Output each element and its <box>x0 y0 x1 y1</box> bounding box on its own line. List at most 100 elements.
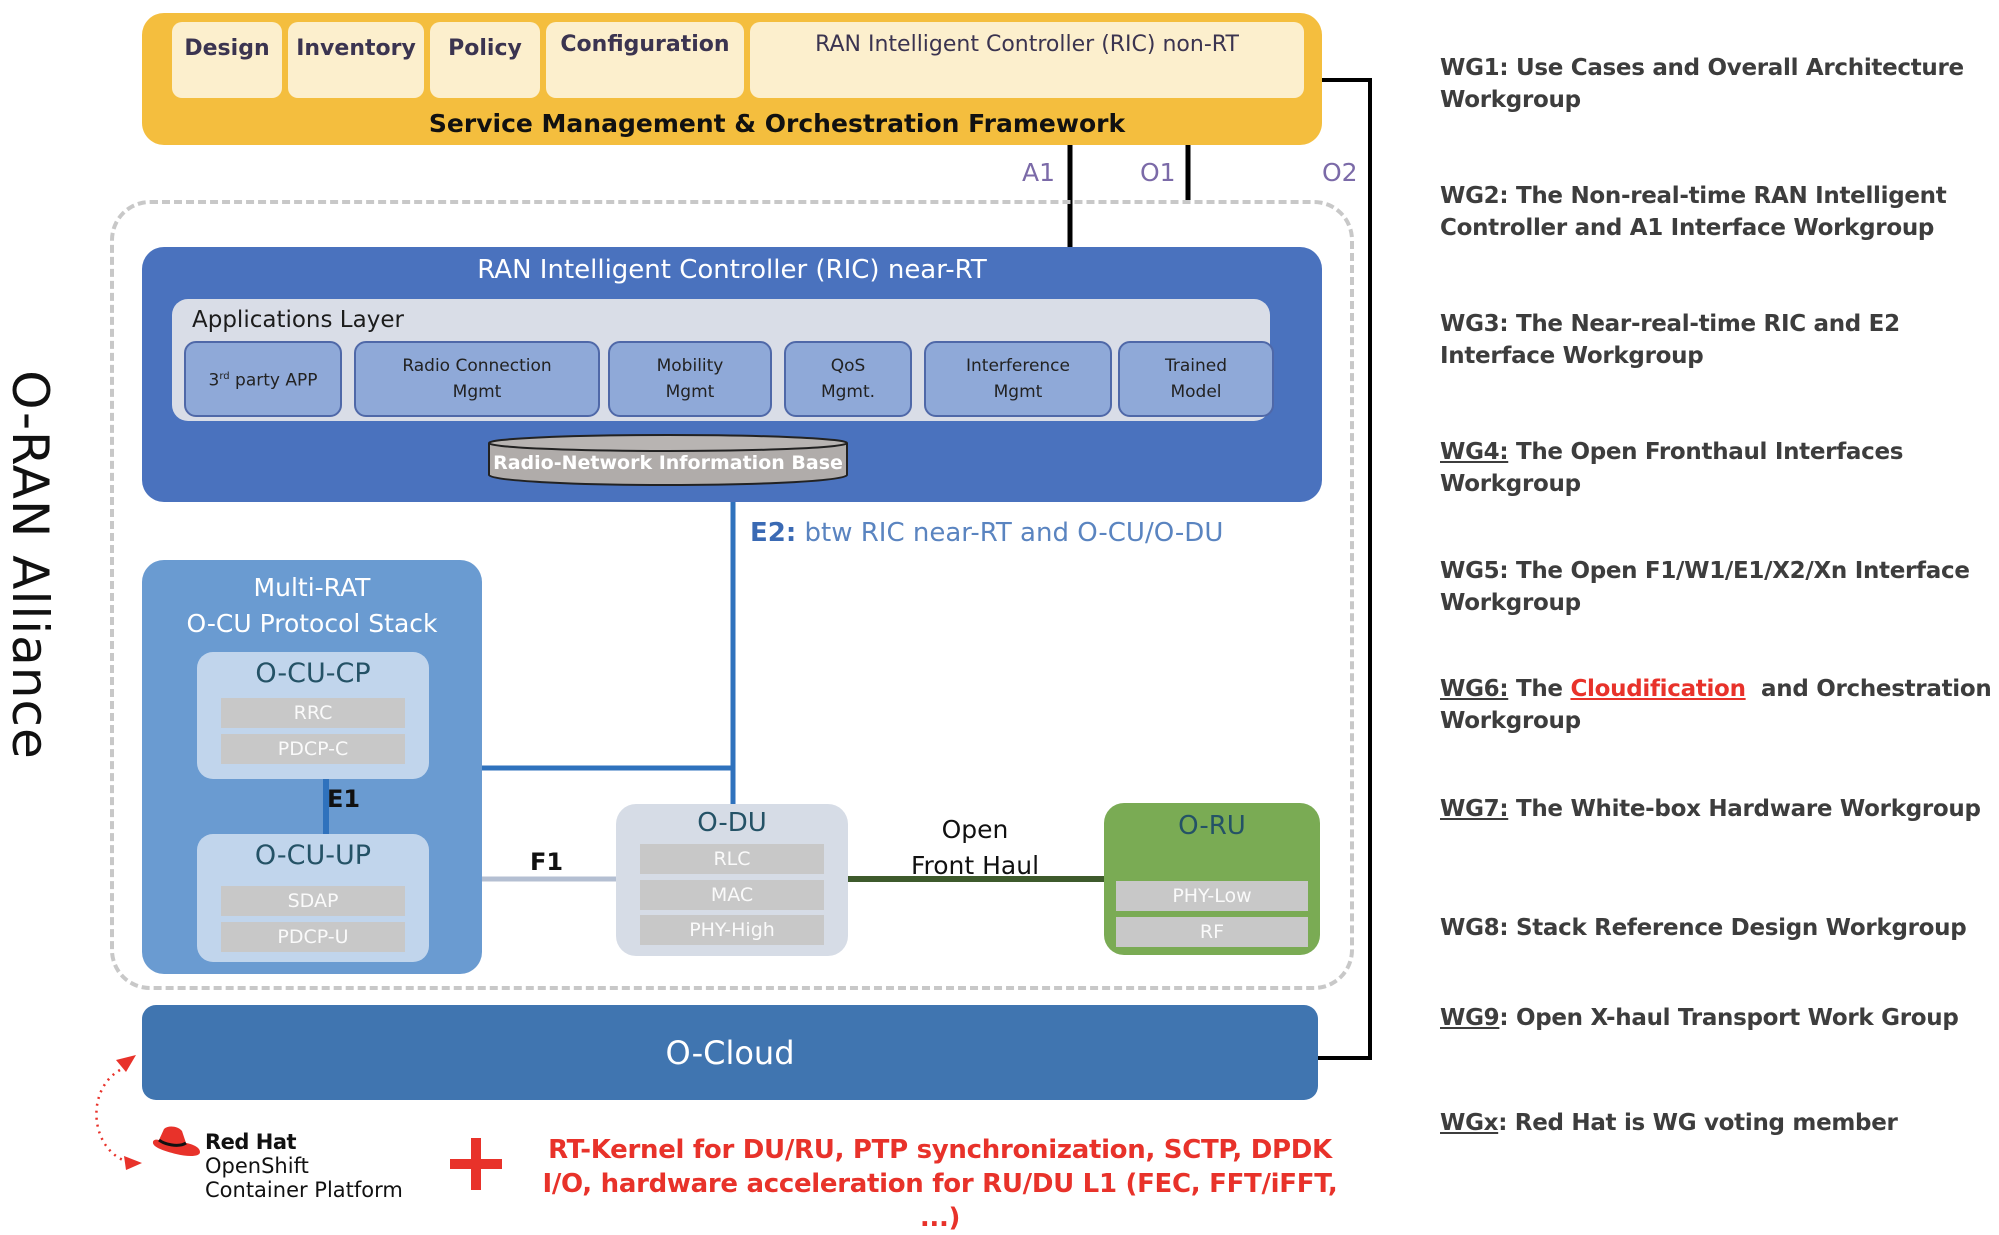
app-line1: Mobility <box>656 356 724 376</box>
o-du-title: O-DU <box>697 808 767 838</box>
o-du[interactable]: O-DU RLC MAC PHY-High <box>616 804 848 956</box>
app-3rd-party-label: 3rd party APP <box>208 370 318 391</box>
e2-label: E2: btw RIC near-RT and O-CU/O-DU <box>750 518 1223 548</box>
o-cloud[interactable]: O-Cloud <box>142 1005 1318 1100</box>
ric-non-rt-box[interactable]: RAN Intelligent Controller (RIC) non-RT <box>750 22 1304 98</box>
smo-title: Service Management & Orchestration Frame… <box>428 109 1126 138</box>
wg-text: Stack Reference Design Workgroup <box>1515 915 1967 941</box>
layer-phy-low: PHY-Low <box>1116 881 1308 911</box>
app-line2: Model <box>1170 382 1222 402</box>
app-3rd-party[interactable]: 3rd party APP <box>184 341 342 417</box>
smo-framework[interactable]: Design Inventory Policy Configuration RA… <box>142 13 1322 145</box>
f1-label: F1 <box>530 848 564 876</box>
workgroup-list: WG1: Use Cases and Overall Architecture … <box>1440 0 1999 1210</box>
wg-text: The White-box Hardware Workgroup <box>1515 796 1981 822</box>
multi-rat-ocu-stack[interactable]: Multi-RAT O-CU Protocol Stack O-CU-CP RR… <box>142 560 482 974</box>
wg-text: Red Hat is WG voting member <box>1514 1110 1898 1136</box>
app-line1: Trained <box>1164 356 1228 376</box>
ocu-up[interactable]: O-CU-UP SDAP PDCP-U <box>197 834 429 962</box>
layer-pdcp-c: PDCP-C <box>221 734 405 764</box>
applications-layer-title: Applications Layer <box>192 307 404 333</box>
wg-code: WGx <box>1440 1110 1499 1136</box>
app-line1: Radio Connection <box>402 356 552 376</box>
workgroup-item[interactable]: WG1: Use Cases and Overall Architecture … <box>1440 52 1999 116</box>
ocu-up-title: O-CU-UP <box>254 840 372 871</box>
wg-text: Use Cases and Overall Architecture Workg… <box>1440 55 1964 113</box>
wg-code: WG5 <box>1440 558 1500 584</box>
wg-sep: : <box>1498 1110 1515 1136</box>
rt-features: RT-Kernel for DU/RU, PTP synchronization… <box>520 1133 1360 1235</box>
wg-sep: : <box>1499 558 1516 584</box>
ofh-line1: Open <box>941 815 1009 844</box>
workgroup-item[interactable]: WG7: The White-box Hardware Workgroup <box>1440 793 1999 825</box>
ric-near-rt-title: RAN Intelligent Controller (RIC) near-RT <box>477 255 987 285</box>
o-ru-title: O-RU <box>1178 811 1246 841</box>
app-qos-mgmt[interactable]: QoS Mgmt. <box>784 341 912 417</box>
red-hat-brand: Red Hat <box>205 1130 297 1154</box>
multi-rat-title: Multi-RAT O-CU Protocol Stack <box>142 570 482 642</box>
wg-code: WG6: <box>1440 676 1509 702</box>
multi-rat-title-line1: Multi-RAT <box>253 573 371 602</box>
wg-sep: : <box>1499 55 1516 81</box>
radio-network-information-base[interactable]: Radio-Network Information Base <box>487 433 849 486</box>
app-radio-connection-mgmt[interactable]: Radio Connection Mgmt <box>354 341 600 417</box>
multi-rat-title-line2: O-CU Protocol Stack <box>186 609 438 638</box>
open-fronthaul-label: Open Front Haul <box>880 812 1070 884</box>
rt-features-line1: RT-Kernel for DU/RU, PTP synchronization… <box>548 1135 1332 1165</box>
workgroup-item[interactable]: WG9: Open X-haul Transport Work Group <box>1440 1002 1999 1034</box>
layer-pdcp-u: PDCP-U <box>221 922 405 952</box>
container-platform: Container Platform <box>205 1178 403 1202</box>
layer-rrc: RRC <box>221 698 405 728</box>
app-mobility-mgmt[interactable]: Mobility Mgmt <box>608 341 772 417</box>
app-line2: Mgmt <box>665 382 715 402</box>
workgroup-item[interactable]: WG4: The Open Fronthaul Interfaces Workg… <box>1440 436 1999 500</box>
app-interference-mgmt[interactable]: Interference Mgmt <box>924 341 1112 417</box>
workgroup-item[interactable]: WG2: The Non-real-time RAN Intelligent C… <box>1440 180 1999 244</box>
wg-code: WG9 <box>1440 1005 1500 1031</box>
plus-icon <box>450 1138 502 1190</box>
e1-label: E1 <box>327 785 361 813</box>
workgroup-item[interactable]: WGx: Red Hat is WG voting member <box>1440 1107 1999 1139</box>
red-hat-openshift-label: Red Hat OpenShift Container Platform <box>205 1130 403 1202</box>
e2-description: btw RIC near-RT and O-CU/O-DU <box>796 518 1224 548</box>
layer-rlc: RLC <box>640 844 824 874</box>
wg-pre: The <box>1515 676 1571 702</box>
wg-sep <box>1508 676 1516 702</box>
dotted-arrow-path <box>95 1068 129 1164</box>
wg-sep: : <box>1499 183 1516 209</box>
ocu-cp[interactable]: O-CU-CP RRC PDCP-C <box>197 652 429 779</box>
ric-near-rt[interactable]: RAN Intelligent Controller (RIC) near-RT… <box>142 247 1322 502</box>
ofh-line2: Front Haul <box>910 851 1040 880</box>
smo-policy-box[interactable]: Policy <box>430 22 540 98</box>
wg-sep: : <box>1499 1005 1516 1031</box>
layer-mac: MAC <box>640 880 824 910</box>
a1-label: A1 <box>1022 158 1056 187</box>
smo-inventory-box[interactable]: Inventory <box>288 22 424 98</box>
wg-code: WG3 <box>1440 311 1500 337</box>
o-ru[interactable]: O-RU PHY-Low RF <box>1104 803 1320 955</box>
layer-phy-high: PHY-High <box>640 915 824 945</box>
wg-sep: : <box>1499 311 1516 337</box>
workgroup-item[interactable]: WG8: Stack Reference Design Workgroup <box>1440 912 1999 944</box>
app-trained-model[interactable]: Trained Model <box>1118 341 1274 417</box>
wg-sep <box>1508 439 1516 465</box>
workgroup-item[interactable]: WG6: The Cloudification and Orchestratio… <box>1440 673 1999 737</box>
smo-design-box[interactable]: Design <box>172 22 282 98</box>
workgroup-item[interactable]: WG5: The Open F1/W1/E1/X2/Xn Interface W… <box>1440 555 1999 619</box>
layer-rf: RF <box>1116 917 1308 947</box>
app-line2: Mgmt. <box>820 382 876 402</box>
arrowhead-down-icon <box>124 1156 142 1170</box>
app-line1: QoS <box>830 356 866 376</box>
o1-label: O1 <box>1140 158 1176 187</box>
wg-code: WG2 <box>1440 183 1500 209</box>
wg-sep: : <box>1499 915 1516 941</box>
applications-layer: Applications Layer 3rd party APP Radio C… <box>172 299 1274 421</box>
cloudification-link[interactable]: Cloudification <box>1570 676 1745 702</box>
openshift-product: OpenShift <box>205 1154 309 1178</box>
rt-features-line2: I/O, hardware acceleration for RU/DU L1 … <box>542 1169 1338 1233</box>
smo-configuration-box[interactable]: Configuration <box>546 22 744 98</box>
app-line2: Mgmt <box>452 382 502 402</box>
wg-code: WG7: <box>1440 796 1509 822</box>
workgroup-item[interactable]: WG3: The Near-real-time RIC and E2 Inter… <box>1440 308 1999 372</box>
ocu-cp-title: O-CU-CP <box>255 658 371 689</box>
